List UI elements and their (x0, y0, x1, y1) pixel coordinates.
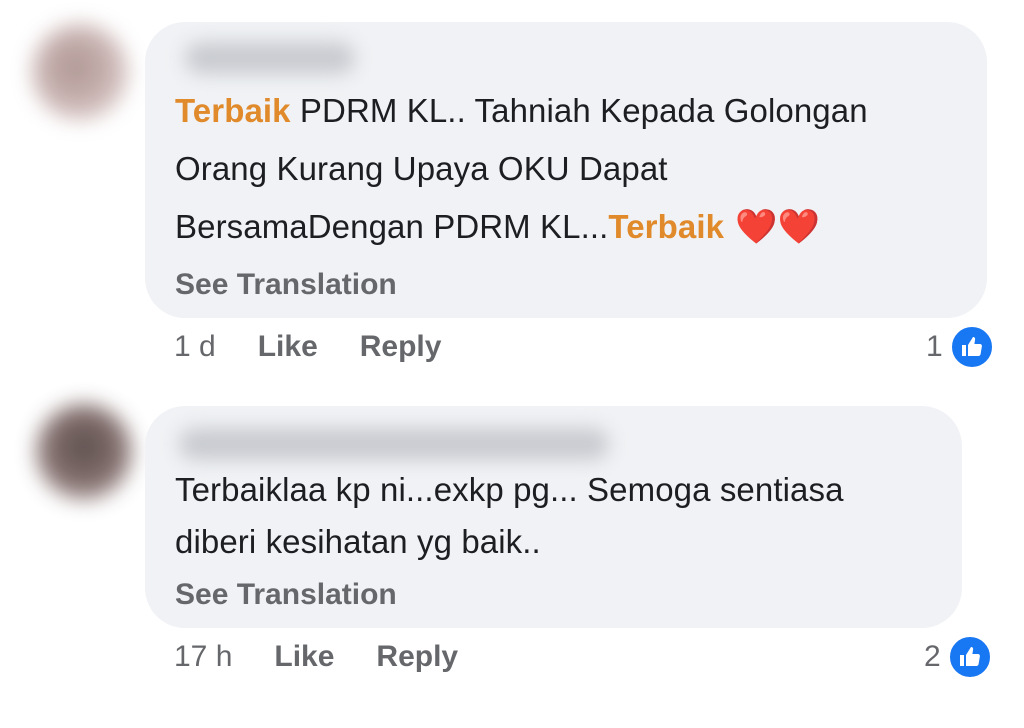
comment-line-2: diberi kesihatan yg baik.. (175, 523, 541, 560)
reply-button[interactable]: Reply (376, 640, 458, 674)
comment-actions: 1 d Like Reply (174, 330, 483, 364)
reply-button[interactable]: Reply (360, 330, 442, 364)
heart-emoji-icon: ❤️❤️ (735, 208, 821, 246)
timestamp[interactable]: 17 h (174, 640, 232, 674)
reaction-count[interactable]: 1 (926, 324, 995, 370)
comment-text: Terbaik PDRM KL.. Tahniah Kepada Golonga… (175, 82, 975, 256)
comment-line-2: Orang Kurang Upaya OKU Dapat (175, 150, 668, 187)
comment-1: Terbaik PDRM KL.. Tahniah Kepada Golonga… (0, 0, 1024, 380)
highlighted-word: Terbaik (175, 92, 291, 129)
see-translation-link[interactable]: See Translation (175, 578, 397, 612)
like-button[interactable]: Like (258, 330, 318, 364)
comment-2: Terbaiklaa kp ni...exkp pg... Semoga sen… (0, 380, 1024, 728)
comment-line-1: Terbaiklaa kp ni...exkp pg... Semoga sen… (175, 471, 844, 508)
thumbs-up-icon (946, 634, 993, 680)
see-translation-link[interactable]: See Translation (175, 268, 397, 302)
like-button[interactable]: Like (274, 640, 334, 674)
comment-bubble: Terbaik PDRM KL.. Tahniah Kepada Golonga… (145, 22, 987, 318)
comment-bubble: Terbaiklaa kp ni...exkp pg... Semoga sen… (145, 406, 962, 628)
avatar[interactable] (32, 24, 128, 120)
comment-actions: 17 h Like Reply (174, 640, 500, 674)
reaction-count[interactable]: 2 (924, 634, 993, 680)
author-name-blurred[interactable] (179, 428, 609, 460)
highlighted-word: Terbaik (608, 208, 725, 245)
comment-text: Terbaiklaa kp ni...exkp pg... Semoga sen… (175, 464, 955, 568)
author-name-blurred[interactable] (185, 42, 355, 74)
timestamp[interactable]: 1 d (174, 330, 216, 364)
reaction-number: 1 (926, 330, 943, 363)
comment-line-1: Terbaik PDRM KL.. Tahniah Kepada Golonga… (175, 92, 868, 129)
reaction-number: 2 (924, 640, 941, 673)
avatar[interactable] (36, 404, 132, 500)
comment-line-3: BersamaDengan PDRM KL...Terbaik ❤️❤️ (175, 198, 975, 256)
thumbs-up-icon (948, 324, 995, 370)
